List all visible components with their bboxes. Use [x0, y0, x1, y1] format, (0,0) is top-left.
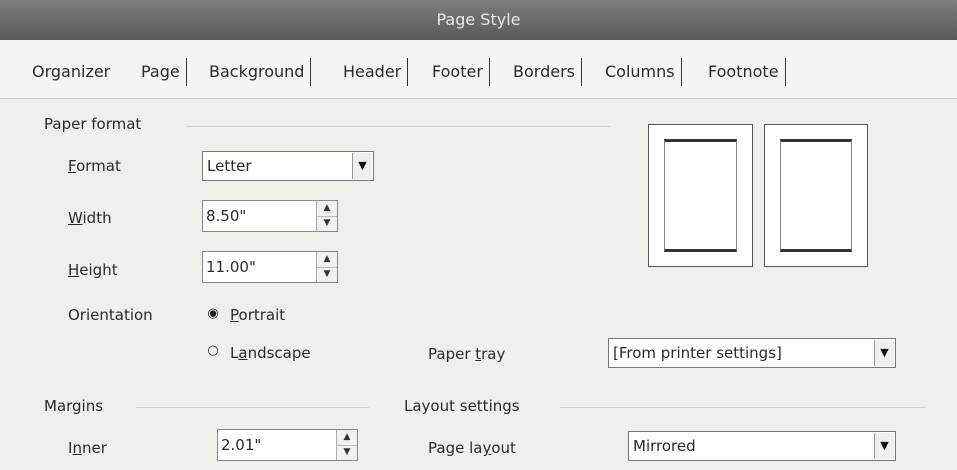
- inner-label: Inner: [68, 439, 107, 457]
- layout-settings-divider: [560, 407, 925, 408]
- tab-header[interactable]: Header: [343, 58, 409, 86]
- format-label: Format: [68, 157, 121, 175]
- tab-borders[interactable]: Borders: [513, 58, 582, 86]
- inner-margin-spinbox[interactable]: 2.01" ▲ ▼: [217, 429, 358, 461]
- height-value: 11.00": [206, 258, 256, 276]
- orientation-label: Orientation: [68, 306, 153, 324]
- layout-settings-group-label: Layout settings: [404, 397, 520, 415]
- landscape-label[interactable]: Landscape: [230, 344, 311, 362]
- portrait-radio[interactable]: ◉: [206, 307, 220, 321]
- arrow-up-icon[interactable]: ▲: [317, 252, 337, 268]
- arrow-down-icon[interactable]: ▼: [317, 216, 337, 231]
- tab-background[interactable]: Background: [209, 58, 312, 86]
- tab-footnote[interactable]: Footnote: [708, 58, 786, 86]
- arrow-down-icon[interactable]: ▼: [337, 445, 357, 460]
- page-preview-right: [764, 124, 868, 267]
- arrow-down-icon[interactable]: ▼: [317, 267, 337, 282]
- page-preview-left-area: [664, 139, 737, 252]
- tab-columns[interactable]: Columns: [605, 58, 682, 86]
- inner-margin-value: 2.01": [221, 436, 262, 454]
- paper-tray-value: [From printer settings]: [613, 344, 782, 362]
- portrait-label[interactable]: Portrait: [230, 306, 285, 324]
- arrow-up-icon[interactable]: ▲: [337, 430, 357, 446]
- paper-format-group-label: Paper format: [44, 115, 142, 133]
- page-layout-value: Mirrored: [633, 437, 696, 455]
- page-preview-left: [648, 124, 753, 267]
- tab-organizer[interactable]: Organizer: [32, 58, 110, 86]
- height-spinbox[interactable]: 11.00" ▲ ▼: [202, 251, 338, 283]
- page-layout-label: Page layout: [428, 439, 516, 457]
- chevron-down-icon[interactable]: ▼: [874, 340, 894, 366]
- window-title: Page Style: [0, 0, 957, 41]
- paper-tray-dropdown[interactable]: [From printer settings] ▼: [608, 338, 896, 368]
- page-preview-right-area: [780, 139, 852, 252]
- format-value: Letter: [207, 157, 252, 175]
- landscape-radio[interactable]: ○: [206, 344, 220, 358]
- width-label: Width: [68, 209, 112, 227]
- paper-tray-label: Paper tray: [428, 345, 506, 363]
- page-layout-dropdown[interactable]: Mirrored ▼: [628, 431, 896, 461]
- format-dropdown[interactable]: Letter ▼: [202, 151, 374, 181]
- arrow-up-icon[interactable]: ▲: [317, 201, 337, 217]
- margins-divider: [136, 407, 369, 408]
- chevron-down-icon[interactable]: ▼: [352, 153, 372, 179]
- page-style-dialog: Page Style Organizer Page Background Hea…: [0, 0, 957, 470]
- height-label: Height: [68, 261, 118, 279]
- margins-group-label: Margins: [44, 397, 104, 415]
- page-tab-content: Paper format Format Letter ▼ Width 8.50"…: [0, 99, 957, 470]
- tab-page[interactable]: Page: [141, 58, 187, 86]
- tab-strip: Organizer Page Background Header Footer …: [0, 40, 957, 99]
- width-spinbox[interactable]: 8.50" ▲ ▼: [202, 200, 338, 232]
- chevron-down-icon[interactable]: ▼: [874, 433, 894, 459]
- paper-format-divider: [186, 126, 611, 127]
- tab-footer[interactable]: Footer: [432, 58, 490, 86]
- width-value: 8.50": [206, 207, 247, 225]
